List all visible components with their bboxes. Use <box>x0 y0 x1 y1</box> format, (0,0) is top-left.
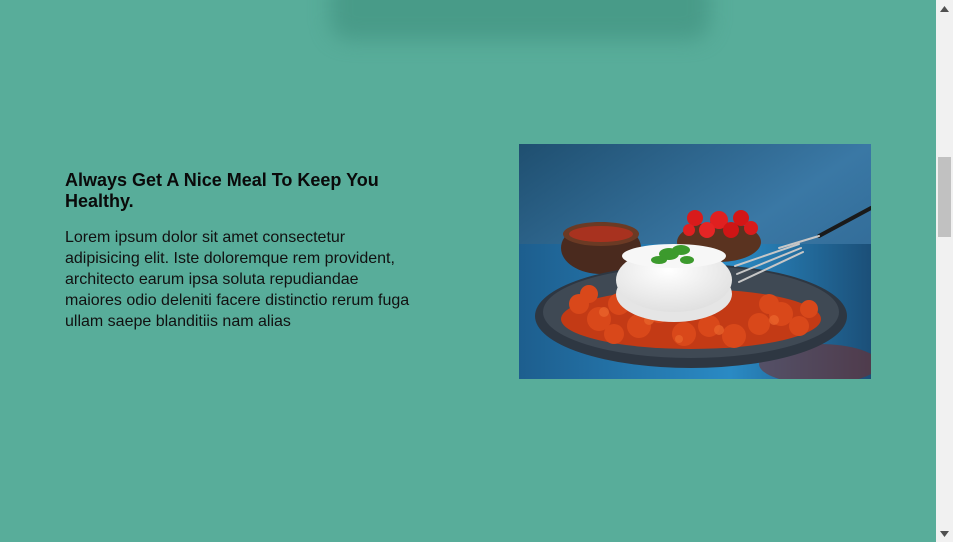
scroll-up-arrow-icon[interactable] <box>936 0 953 17</box>
feature-section: Always Get A Nice Meal To Keep You Healt… <box>65 170 415 332</box>
vertical-scrollbar[interactable] <box>936 0 953 542</box>
scrollbar-thumb[interactable] <box>938 157 951 237</box>
feature-description: Lorem ipsum dolor sit amet consectetur a… <box>65 229 410 330</box>
meal-image <box>519 144 871 379</box>
feature-heading: Always Get A Nice Meal To Keep You Healt… <box>65 170 379 211</box>
scroll-down-arrow-icon[interactable] <box>936 525 953 542</box>
top-section-shadow <box>330 0 710 40</box>
